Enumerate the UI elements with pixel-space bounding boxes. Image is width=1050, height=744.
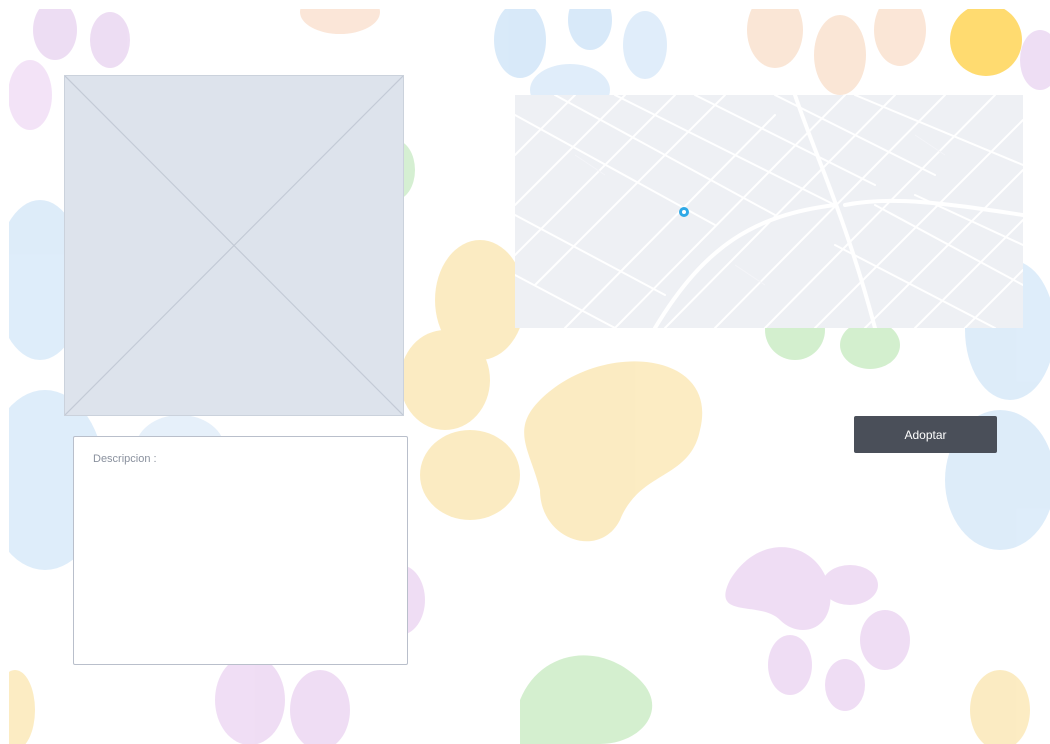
location-pin-icon[interactable] (679, 207, 689, 217)
adopt-button[interactable]: Adoptar (854, 416, 997, 453)
adoption-page: Descripcion : Adoptar (0, 0, 1050, 744)
pet-image-placeholder (64, 75, 404, 416)
image-placeholder-icon (64, 75, 404, 416)
description-box[interactable]: Descripcion : (73, 436, 408, 665)
location-map[interactable] (515, 95, 1023, 328)
map-streets (515, 95, 1023, 328)
description-label: Descripcion : (93, 453, 157, 465)
